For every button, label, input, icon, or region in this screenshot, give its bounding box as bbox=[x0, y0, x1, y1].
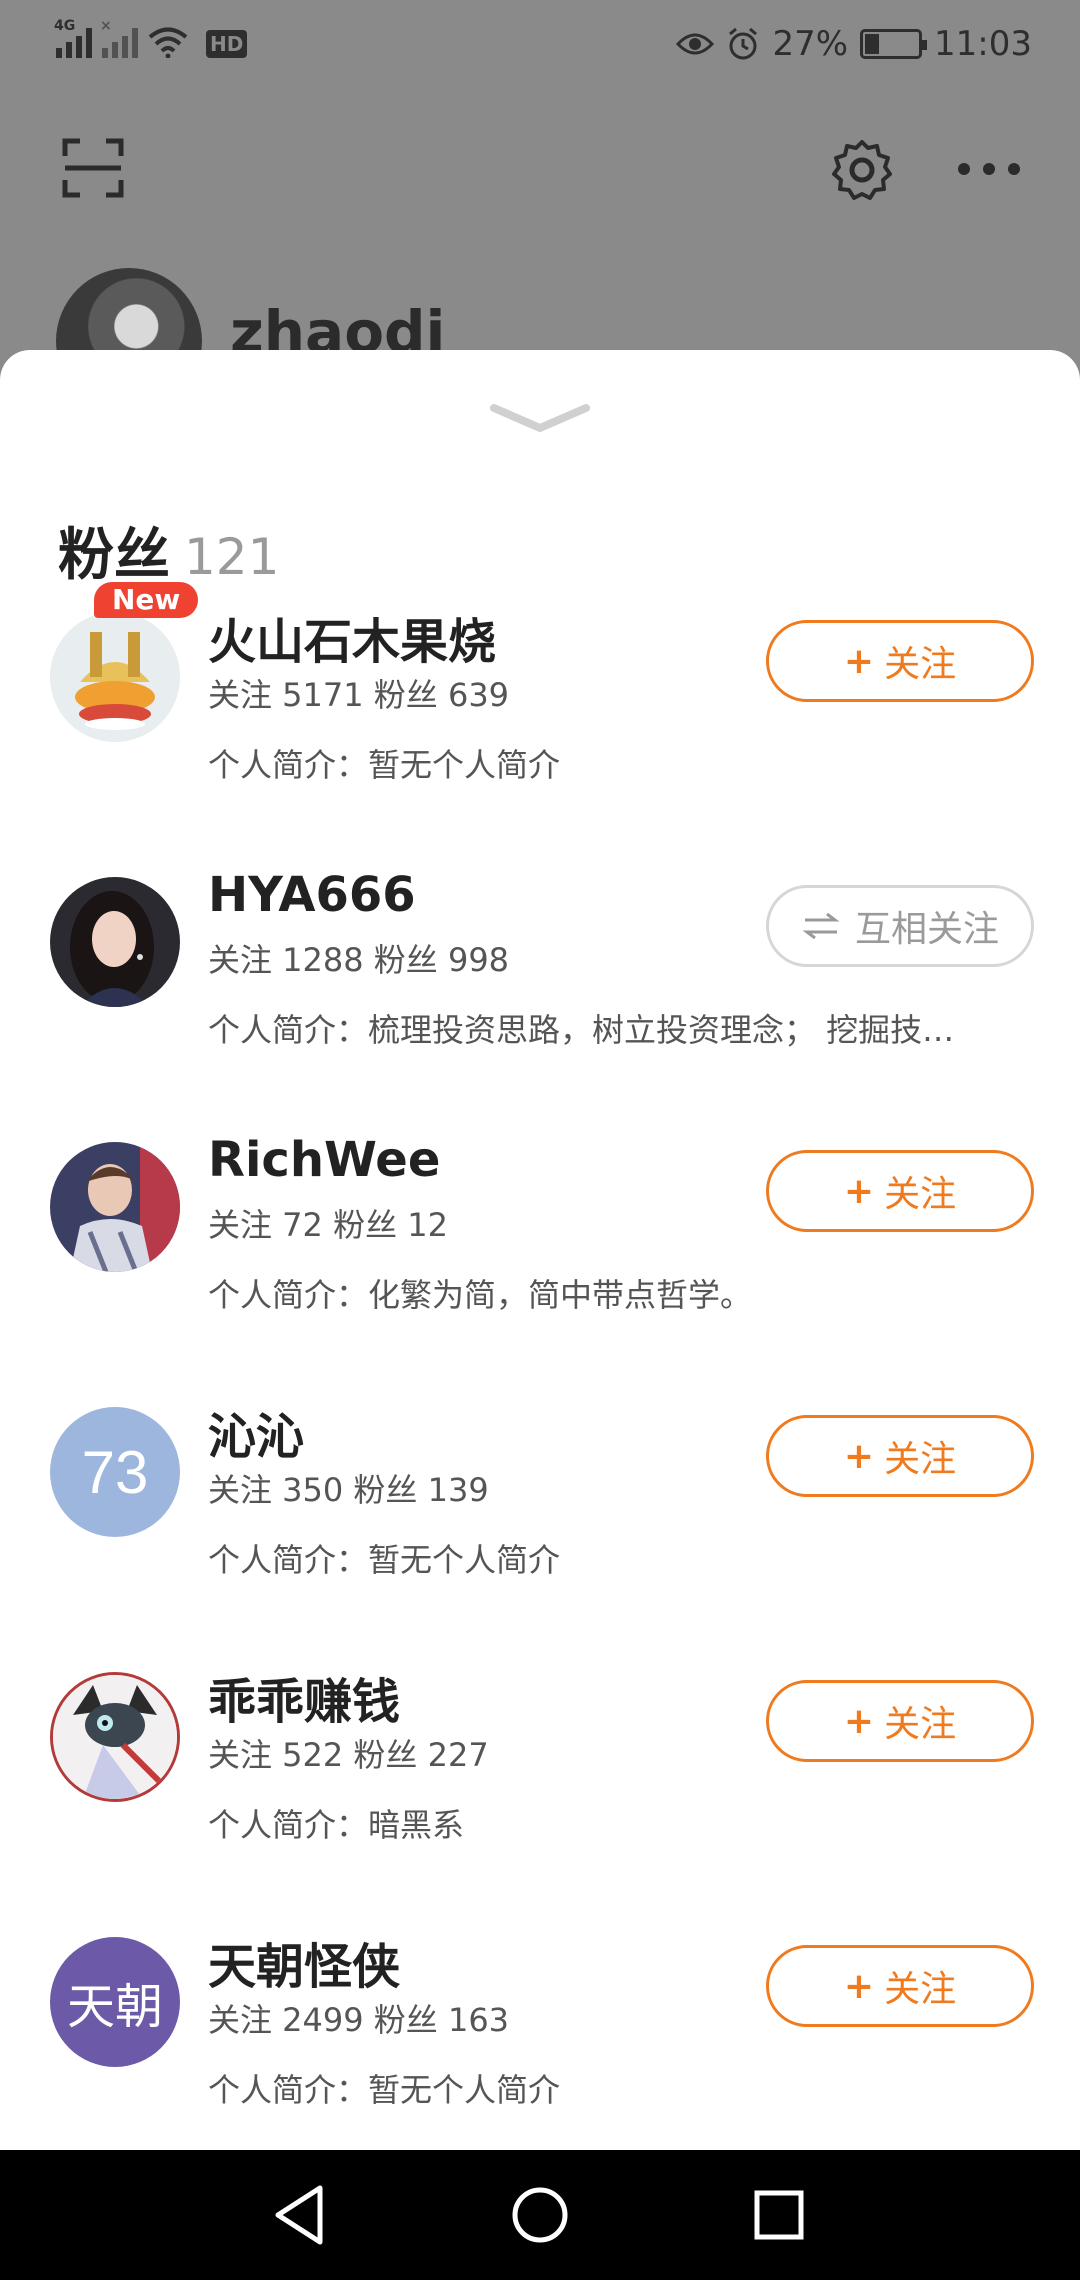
system-nav-bar bbox=[0, 2150, 1080, 2280]
fan-name[interactable]: 火山石木果烧 bbox=[208, 602, 496, 672]
follow-button[interactable]: + 关注 bbox=[766, 620, 1034, 702]
new-badge: New bbox=[94, 582, 199, 618]
fan-row[interactable]: 73 沁沁 关注 350 粉丝 139 个人简介：暂无个人简介 + 关注 bbox=[0, 1385, 1080, 1650]
home-circle-icon[interactable] bbox=[505, 2180, 575, 2250]
fan-stats: 关注 5171 粉丝 639 bbox=[208, 676, 510, 714]
mutual-label: 互相关注 bbox=[854, 909, 999, 950]
anime-drawing-avatar-icon bbox=[53, 1675, 177, 1799]
plus-icon: + bbox=[843, 1435, 875, 1477]
network-type: 4G bbox=[54, 18, 76, 34]
follow-button[interactable]: + 关注 bbox=[766, 1680, 1034, 1762]
swap-arrows-icon bbox=[802, 912, 840, 940]
profile-background: 4G × HD 27% 11:03 zhaodi bbox=[0, 0, 1080, 414]
hd-icon: HD bbox=[206, 30, 248, 58]
alarm-icon bbox=[729, 27, 758, 60]
sheet-header: 粉丝 121 bbox=[58, 510, 279, 591]
battery-percent: 27% bbox=[772, 24, 849, 64]
follow-label: 关注 bbox=[884, 1704, 957, 1745]
fan-stats: 关注 2499 粉丝 163 bbox=[208, 2001, 510, 2039]
eye-icon bbox=[676, 33, 715, 55]
signal-icon: 4G bbox=[54, 18, 92, 58]
fan-bio: 个人简介：暂无个人简介 bbox=[208, 1541, 561, 1579]
fan-stats: 关注 1288 粉丝 998 bbox=[208, 941, 510, 979]
fan-name[interactable]: 乖乖赚钱 bbox=[208, 1662, 400, 1732]
fan-avatar[interactable]: 天朝 bbox=[50, 1937, 180, 2067]
follow-button[interactable]: + 关注 bbox=[766, 1415, 1034, 1497]
fan-bio: 个人简介：化繁为简，简中带点哲学。 bbox=[208, 1276, 753, 1314]
fan-avatar[interactable] bbox=[50, 1142, 180, 1272]
wifi-icon bbox=[148, 27, 188, 58]
follow-label: 关注 bbox=[884, 644, 957, 685]
signal-icon-2: × bbox=[100, 18, 138, 58]
fan-row[interactable]: RichWee 关注 72 粉丝 12 个人简介：化繁为简，简中带点哲学。 + … bbox=[0, 1120, 1080, 1385]
chevron-down-icon[interactable] bbox=[490, 400, 590, 440]
fan-row[interactable]: 天朝 天朝怪侠 关注 2499 粉丝 163 个人简介：暂无个人简介 + 关注 bbox=[0, 1915, 1080, 2150]
fan-avatar[interactable] bbox=[50, 612, 180, 742]
fan-bio: 个人简介：暂无个人简介 bbox=[208, 2071, 561, 2109]
fan-name[interactable]: RichWee bbox=[208, 1132, 440, 1188]
fan-avatar[interactable] bbox=[50, 1672, 180, 1802]
battery-icon bbox=[860, 29, 928, 59]
fan-bio: 个人简介：暗黑系 bbox=[208, 1806, 465, 1844]
fan-row[interactable]: 乖乖赚钱 关注 522 粉丝 227 个人简介：暗黑系 + 关注 bbox=[0, 1650, 1080, 1915]
follow-button[interactable]: + 关注 bbox=[766, 1150, 1034, 1232]
more-icon[interactable] bbox=[956, 160, 1022, 178]
fans-list: New 火山石木果烧 关注 5171 粉丝 639 个人简介：暂无个人简介 + … bbox=[0, 582, 1080, 2150]
follow-label: 关注 bbox=[884, 1174, 957, 1215]
rice-bowl-avatar-icon bbox=[50, 612, 180, 742]
woman-photo-avatar-icon bbox=[50, 877, 180, 1007]
follow-label: 关注 bbox=[884, 1969, 957, 2010]
fan-row[interactable]: HYA666 关注 1288 粉丝 998 个人简介：梳理投资思路，树立投资理念… bbox=[0, 855, 1080, 1120]
fan-stats: 关注 350 粉丝 139 bbox=[208, 1471, 489, 1509]
fan-name[interactable]: HYA666 bbox=[208, 867, 416, 923]
fan-bio: 个人简介：梳理投资思路，树立投资理念； 挖掘技… bbox=[208, 1011, 955, 1049]
follow-label: 关注 bbox=[884, 1439, 957, 1480]
plus-icon: + bbox=[843, 1170, 875, 1212]
mutual-follow-button[interactable]: 互相关注 bbox=[766, 885, 1034, 967]
back-triangle-icon[interactable] bbox=[266, 2180, 336, 2250]
singer-photo-avatar-icon bbox=[50, 1142, 180, 1272]
network-type-2: × bbox=[100, 18, 112, 34]
avatar-text: 73 bbox=[81, 1438, 149, 1506]
avatar-text: 天朝 bbox=[66, 1979, 163, 2035]
fans-sheet: 粉丝 121 New 火山石木果烧 关注 5171 粉丝 639 个人简介：暂无… bbox=[0, 350, 1080, 2150]
fan-bio: 个人简介：暂无个人简介 bbox=[208, 746, 561, 784]
fans-count: 121 bbox=[184, 528, 280, 586]
fan-name[interactable]: 天朝怪侠 bbox=[208, 1927, 400, 1997]
gear-icon[interactable] bbox=[830, 138, 894, 202]
fan-avatar[interactable] bbox=[50, 877, 180, 1007]
follow-button[interactable]: + 关注 bbox=[766, 1945, 1034, 2027]
fan-name[interactable]: 沁沁 bbox=[208, 1397, 304, 1467]
clock-time: 11:03 bbox=[934, 24, 1032, 64]
plus-icon: + bbox=[843, 1965, 875, 2007]
status-bar: 4G × HD 27% 11:03 bbox=[0, 0, 1080, 92]
fan-row[interactable]: New 火山石木果烧 关注 5171 粉丝 639 个人简介：暂无个人简介 + … bbox=[0, 582, 1080, 855]
recents-square-icon[interactable] bbox=[744, 2180, 814, 2250]
fan-avatar[interactable]: 73 bbox=[50, 1407, 180, 1537]
scan-icon[interactable] bbox=[62, 138, 124, 198]
sheet-title: 粉丝 bbox=[58, 523, 170, 588]
fan-stats: 关注 522 粉丝 227 bbox=[208, 1736, 489, 1774]
plus-icon: + bbox=[843, 1700, 875, 1742]
fan-stats: 关注 72 粉丝 12 bbox=[208, 1206, 448, 1244]
plus-icon: + bbox=[843, 640, 875, 682]
